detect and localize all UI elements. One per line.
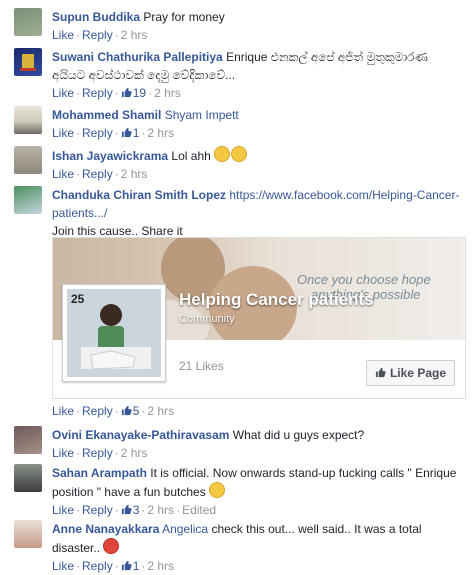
comment-text: What did u guys expect? xyxy=(232,428,365,442)
laughing-emoji-icon xyxy=(231,146,248,162)
timestamp[interactable]: 2 hrs xyxy=(147,559,174,573)
reply-link[interactable]: Reply xyxy=(82,503,113,517)
avatar[interactable] xyxy=(14,106,42,134)
avatar[interactable] xyxy=(14,426,42,454)
like-link[interactable]: Like xyxy=(52,167,74,181)
comment-author[interactable]: Chanduka Chiran Smith Lopez xyxy=(52,188,226,202)
profile-photo: 25 xyxy=(67,289,161,377)
edited-label[interactable]: Edited xyxy=(182,503,216,517)
grinning-emoji-icon xyxy=(209,482,226,498)
laughing-emoji-icon xyxy=(214,146,231,162)
reply-link[interactable]: Reply xyxy=(82,167,113,181)
reply-link[interactable]: Reply xyxy=(82,446,113,460)
comment-actions: Like · Reply · 1 · 2 hrs xyxy=(52,126,175,140)
comment-actions: Like · Reply · 5 · 2 hrs xyxy=(52,404,175,418)
mention-link[interactable]: Shyam Impett xyxy=(165,108,239,122)
timestamp[interactable]: 2 hrs xyxy=(147,404,174,418)
thumbs-up-icon xyxy=(121,504,132,515)
like-link[interactable]: Like xyxy=(52,126,74,140)
reply-link[interactable]: Reply xyxy=(82,404,113,418)
page-category: Community xyxy=(179,313,235,325)
comment-body: Ovini Ekanayake-Pathiravasam What did u … xyxy=(52,426,464,462)
like-link[interactable]: Like xyxy=(52,28,74,42)
comment-body: Suwani Chathurika Pallepitiya Enrique එන… xyxy=(52,48,464,102)
reply-link[interactable]: Reply xyxy=(82,28,113,42)
like-link[interactable]: Like xyxy=(52,86,74,100)
thumbs-up-icon xyxy=(121,560,132,571)
comment-actions: Like · Reply · 19 · 2 hrs xyxy=(52,86,181,100)
reaction-count[interactable]: 1 xyxy=(121,559,139,573)
comment-actions: Like · Reply · 3 · 2 hrs · Edited xyxy=(52,503,217,517)
like-link[interactable]: Like xyxy=(52,503,74,517)
reply-link[interactable]: Reply xyxy=(82,86,113,100)
comment-text: Pray for money xyxy=(143,10,225,24)
comment-author[interactable]: Mohammed Shamil xyxy=(52,108,161,122)
angry-emoji-icon xyxy=(103,538,120,554)
avatar[interactable] xyxy=(14,520,42,548)
timestamp[interactable]: 2 hrs xyxy=(121,28,148,42)
reply-link[interactable]: Reply xyxy=(82,126,113,140)
comment-actions: Like · Reply · 2 hrs xyxy=(52,28,148,42)
avatar[interactable] xyxy=(14,464,42,492)
timestamp[interactable]: 2 hrs xyxy=(147,126,174,140)
mention-link[interactable]: Angelica xyxy=(162,522,208,536)
comment-text: Lol ahh xyxy=(171,149,211,163)
comment-author[interactable]: Anne Nanayakkara xyxy=(52,522,159,536)
thumbs-up-icon xyxy=(121,127,132,138)
badge-icon xyxy=(20,54,36,71)
thumb-number: 25 xyxy=(71,292,85,306)
page-likes-count: 21 Likes xyxy=(179,359,224,373)
comment-body: Supun Buddika Pray for money Like · Reply ·… xyxy=(52,8,464,44)
reaction-count[interactable]: 5 xyxy=(121,404,139,418)
reaction-count[interactable]: 19 xyxy=(121,86,146,100)
slogan-line: Once you choose hope xyxy=(297,272,431,287)
reply-link[interactable]: Reply xyxy=(82,559,113,573)
thumbs-up-icon xyxy=(121,87,132,98)
likes-count: 19 xyxy=(132,86,147,100)
comment-body: Ishan Jayawickrama Lol ahh Like · Reply · 2 … xyxy=(52,146,464,183)
page-title[interactable]: Helping Cancer patients xyxy=(179,290,374,310)
timestamp[interactable]: 2 hrs xyxy=(121,167,148,181)
page-profile-picture[interactable]: 25 xyxy=(62,284,166,382)
timestamp[interactable]: 2 hrs xyxy=(121,446,148,460)
comment-author[interactable]: Sahan Arampath xyxy=(52,466,147,480)
like-page-label: Like Page xyxy=(389,366,446,380)
like-link[interactable]: Like xyxy=(52,404,74,418)
avatar[interactable] xyxy=(14,146,42,174)
reaction-count[interactable]: 1 xyxy=(121,126,139,140)
comment-actions: Like · Reply · 1 · 2 hrs xyxy=(52,559,175,573)
comment-body: Mohammed Shamil Shyam Impett Like · Reply ·… xyxy=(52,106,464,142)
thumbs-up-icon xyxy=(375,367,386,378)
actions-wrapper: Like · Reply · 5 · 2 hrs xyxy=(52,402,464,420)
comment-body: Sahan Arampath It is official. Now onwar… xyxy=(52,464,464,519)
link-preview-card[interactable]: Once you choose hope anything's possible… xyxy=(52,237,466,399)
comment-author[interactable]: Ovini Ekanayake-Pathiravasam xyxy=(52,428,229,442)
comment-actions: Like · Reply · 2 hrs xyxy=(52,167,148,181)
reaction-count[interactable]: 3 xyxy=(121,503,139,517)
comment-author[interactable]: Suwani Chathurika Pallepitiya xyxy=(52,50,223,64)
comment-actions: Like · Reply · 2 hrs xyxy=(52,446,148,460)
like-link[interactable]: Like xyxy=(52,559,74,573)
comment-body: Anne Nanayakkara Angelica check this out… xyxy=(52,520,464,575)
thumbs-up-icon xyxy=(121,405,132,416)
comment-author[interactable]: Ishan Jayawickrama xyxy=(52,149,168,163)
avatar[interactable] xyxy=(14,48,42,76)
avatar[interactable] xyxy=(14,186,42,214)
timestamp[interactable]: 2 hrs xyxy=(147,503,174,517)
comment-author[interactable]: Supun Buddika xyxy=(52,10,140,24)
like-page-button[interactable]: Like Page xyxy=(365,360,455,386)
comment-body: Chanduka Chiran Smith Lopez https://www.… xyxy=(52,186,464,240)
avatar[interactable] xyxy=(14,8,42,36)
timestamp[interactable]: 2 hrs xyxy=(154,86,181,100)
like-link[interactable]: Like xyxy=(52,446,74,460)
